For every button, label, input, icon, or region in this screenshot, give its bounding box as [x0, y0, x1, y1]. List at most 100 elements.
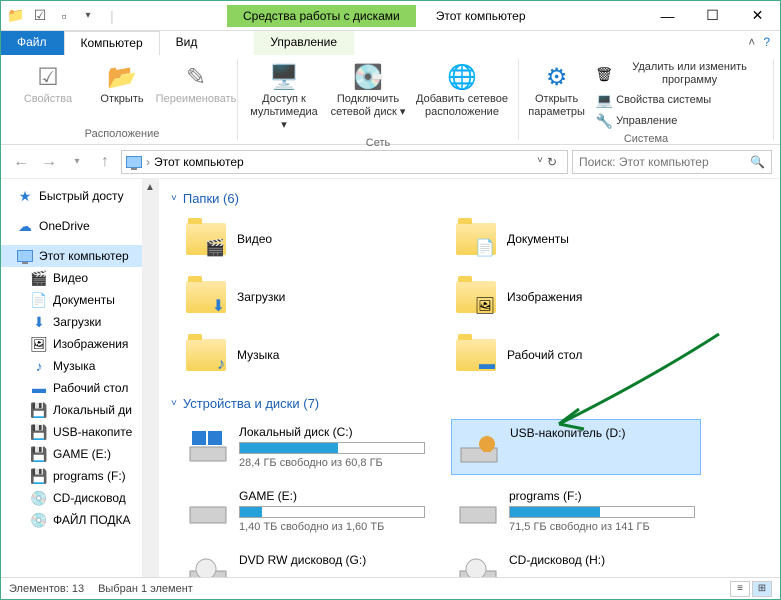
navigation-pane[interactable]: ★Быстрый досту ☁OneDrive Этот компьютер …	[1, 179, 159, 577]
details-view-button[interactable]: ≡	[730, 581, 750, 597]
sidebar-thispc[interactable]: Этот компьютер	[1, 245, 158, 267]
tiles-view-button[interactable]: ⊞	[752, 581, 772, 597]
gear-icon: ⚙	[541, 61, 573, 93]
tab-file[interactable]: Файл	[1, 31, 64, 55]
sidebar-localdisk[interactable]: 💾Локальный ди	[1, 399, 158, 421]
sidebar-pictures[interactable]: 🖼Изображения	[1, 333, 158, 355]
desktop-icon: ▬	[31, 380, 47, 396]
chevron-down-icon: ˅	[171, 193, 177, 204]
cd-drive-icon	[457, 553, 499, 577]
folder-desktop[interactable]: ▬Рабочий стол	[451, 330, 701, 380]
group-network-label: Сеть	[244, 135, 512, 149]
close-button[interactable]: ✕	[735, 1, 780, 31]
sidebar-cddrive[interactable]: 💿CD-дисковод	[1, 487, 158, 509]
cd-icon: 💿	[31, 490, 47, 506]
windows-drive-icon	[187, 425, 229, 467]
sidebar-onedrive[interactable]: ☁OneDrive	[1, 215, 158, 237]
scroll-up-icon[interactable]: ▲	[142, 179, 158, 195]
drive-c[interactable]: Локальный диск (C:) 28,4 ГБ свободно из …	[181, 419, 431, 475]
media-access-button[interactable]: 🖥️ Доступ к мультимедиа ▾	[244, 59, 324, 135]
open-settings-button[interactable]: ⚙ Открыть параметры	[525, 59, 588, 121]
folder-downloads[interactable]: ⬇Загрузки	[181, 272, 431, 322]
cd-icon: 💿	[31, 512, 47, 528]
sidebar-documents[interactable]: 📄Документы	[1, 289, 158, 311]
media-icon: 🖥️	[268, 61, 300, 93]
minimize-button[interactable]: —	[645, 1, 690, 31]
drive-d-usb[interactable]: USB-накопитель (D:)	[451, 419, 701, 475]
uninstall-icon: 🗑	[596, 66, 612, 82]
hdd-icon	[457, 489, 499, 531]
manage-button[interactable]: 🔧 Управление	[592, 111, 767, 131]
drive-h-cd[interactable]: CD-дисковод (H:)	[451, 547, 701, 577]
qat-checkbox-icon[interactable]: ☑	[29, 5, 51, 27]
tab-view[interactable]: Вид	[160, 31, 215, 55]
video-icon: 🎬	[31, 270, 47, 286]
sidebar-music[interactable]: ♪Музыка	[1, 355, 158, 377]
sidebar-video[interactable]: 🎬Видео	[1, 267, 158, 289]
sidebar-game[interactable]: 💾GAME (E:)	[1, 443, 158, 465]
qat-separator: |	[101, 5, 123, 27]
star-icon: ★	[17, 188, 33, 204]
folder-music[interactable]: ♪Музыка	[181, 330, 431, 380]
chevron-down-icon: ˅	[171, 398, 177, 409]
status-item-count: Элементов: 13	[9, 583, 84, 595]
sidebar-desktop[interactable]: ▬Рабочий стол	[1, 377, 158, 399]
properties-button[interactable]: ☑ Свойства	[13, 59, 83, 108]
folder-documents[interactable]: 📄Документы	[451, 214, 701, 264]
drive-icon: 💾	[31, 468, 47, 484]
group-system-label: Система	[525, 131, 767, 145]
recent-dropdown[interactable]: ▾	[65, 150, 89, 174]
refresh-icon[interactable]: ↻	[547, 155, 557, 169]
downloads-folder-icon: ⬇	[185, 276, 227, 318]
up-button[interactable]: ↑	[93, 150, 117, 174]
search-icon[interactable]: 🔍	[750, 155, 765, 169]
cloud-icon: ☁	[17, 218, 33, 234]
downloads-icon: ⬇	[31, 314, 47, 330]
ribbon-collapse-icon[interactable]: ˄	[748, 35, 755, 51]
sidebar-downloads[interactable]: ⬇Загрузки	[1, 311, 158, 333]
status-selected: Выбран 1 элемент	[98, 583, 193, 595]
address-bar[interactable]: › Этот компьютер ˅ ↻	[121, 150, 568, 174]
address-path: Этот компьютер	[154, 155, 244, 169]
drive-f-programs[interactable]: programs (F:) 71,5 ГБ свободно из 141 ГБ	[451, 483, 701, 539]
documents-folder-icon: 📄	[455, 218, 497, 260]
tab-manage[interactable]: Управление	[254, 31, 354, 55]
map-drive-button[interactable]: 💽 Подключить сетевой диск ▾	[328, 59, 408, 121]
sidebar-scrollbar[interactable]: ▲	[142, 179, 158, 577]
sidebar-programs[interactable]: 💾programs (F:)	[1, 465, 158, 487]
uninstall-button[interactable]: 🗑 Удалить или изменить программу	[592, 59, 767, 89]
desktop-folder-icon: ▬	[455, 334, 497, 376]
search-input[interactable]	[579, 155, 750, 169]
folder-video[interactable]: 🎬Видео	[181, 214, 431, 264]
back-button[interactable]: ←	[9, 150, 33, 174]
qat-dropdown-icon[interactable]: ▾	[77, 5, 99, 27]
window-title: Этот компьютер	[436, 9, 526, 23]
folders-section-header[interactable]: ˅ Папки (6)	[171, 191, 768, 206]
devices-section-header[interactable]: ˅ Устройства и диски (7)	[171, 396, 768, 411]
sidebar-filepodka[interactable]: 💿ФАЙЛ ПОДКА	[1, 509, 158, 531]
sidebar-quick-access[interactable]: ★Быстрый досту	[1, 185, 158, 207]
open-icon: 📂	[106, 61, 138, 93]
sidebar-usb[interactable]: 💾USB-накопите	[1, 421, 158, 443]
rename-button[interactable]: ✎ Переименовать	[161, 59, 231, 108]
maximize-button[interactable]: ☐	[690, 1, 735, 31]
content-pane[interactable]: ˅ Папки (6) 🎬Видео 📄Документы ⬇Загрузки …	[159, 179, 780, 577]
tab-computer[interactable]: Компьютер	[64, 31, 160, 55]
folder-pictures[interactable]: 🖼Изображения	[451, 272, 701, 322]
drive-g-dvd[interactable]: DVD DVD RW дисковод (G:)	[181, 547, 431, 577]
open-button[interactable]: 📂 Открыть	[87, 59, 157, 108]
add-network-button[interactable]: 🌐 Добавить сетевое расположение	[412, 59, 512, 121]
qat-item-icon[interactable]: ▫	[53, 5, 75, 27]
map-drive-icon: 💽	[352, 61, 384, 93]
pictures-folder-icon: 🖼	[455, 276, 497, 318]
drive-e-game[interactable]: GAME (E:) 1,40 ТБ свободно из 1,60 ТБ	[181, 483, 431, 539]
usb-icon: 💾	[31, 424, 47, 440]
address-dropdown-icon[interactable]: ˅	[537, 155, 543, 169]
pc-icon	[17, 248, 33, 264]
forward-button[interactable]: →	[37, 150, 61, 174]
search-box[interactable]: 🔍	[572, 150, 772, 174]
video-folder-icon: 🎬	[185, 218, 227, 260]
help-icon[interactable]: ?	[763, 35, 770, 51]
system-properties-button[interactable]: 💻 Свойства системы	[592, 90, 767, 110]
music-folder-icon: ♪	[185, 334, 227, 376]
